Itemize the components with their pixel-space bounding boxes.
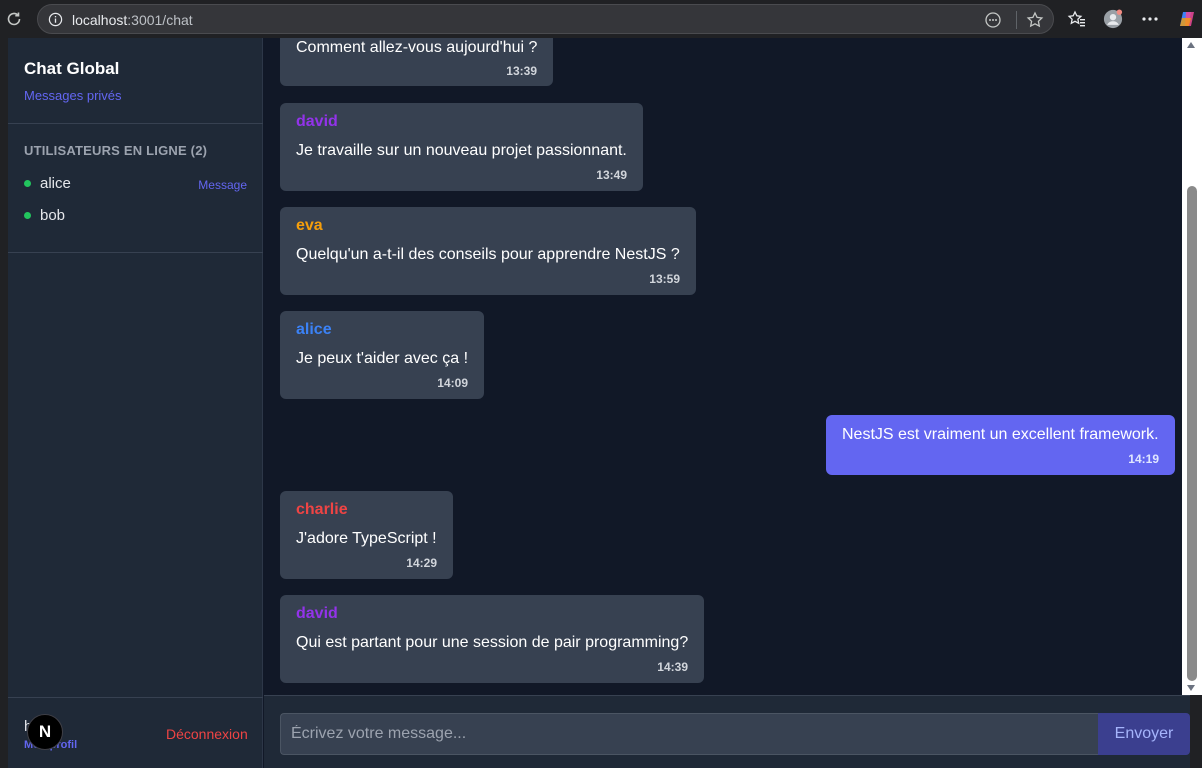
scroll-down-arrow-icon[interactable] — [1187, 685, 1195, 691]
sidebar-title: Chat Global — [24, 59, 120, 78]
own-message-bubble: NestJS est vraiment un excellent framewo… — [826, 415, 1175, 475]
message-bubble: eva Quelqu'un a-t-il des conseils pour a… — [280, 207, 696, 295]
browser-toolbar: localhost:3001/chat — [0, 0, 1202, 38]
message-text: Comment allez-vous aujourd'hui ? — [296, 39, 538, 56]
send-button[interactable]: Envoyer — [1098, 713, 1190, 755]
site-info-icon[interactable] — [48, 12, 63, 27]
online-user-bob[interactable]: bob — [24, 205, 247, 227]
favorites-icon[interactable] — [1067, 9, 1087, 29]
message-author: alice — [296, 321, 332, 338]
logout-button[interactable]: Déconnexion — [166, 726, 248, 742]
message-time: 14:29 — [406, 556, 437, 570]
message-time: 14:09 — [437, 376, 468, 390]
user-name: bob — [40, 207, 66, 224]
message-author: charlie — [296, 501, 348, 518]
message-text: Je travaille sur un nouveau projet passi… — [296, 142, 627, 159]
url-text[interactable]: localhost:3001/chat — [72, 12, 193, 28]
message-text: Je peux t'aider avec ça ! — [296, 350, 469, 367]
online-status-dot — [24, 180, 31, 187]
reading-mode-icon[interactable] — [984, 11, 1002, 29]
message-time: 14:19 — [1128, 452, 1159, 466]
message-time: 14:39 — [657, 660, 688, 674]
private-messages-link[interactable]: Messages privés — [24, 88, 122, 103]
message-user-button[interactable]: Message — [198, 178, 247, 192]
more-menu-icon[interactable] — [1140, 9, 1160, 29]
sidebar: Chat Global Messages privés UTILISATEURS… — [8, 38, 263, 768]
scroll-up-arrow-icon[interactable] — [1187, 42, 1195, 48]
reload-icon[interactable] — [4, 9, 24, 29]
message-bubble: david Qui est partant pour une session d… — [280, 595, 704, 683]
nextjs-dev-badge[interactable]: N — [27, 714, 63, 750]
bookmark-star-icon[interactable] — [1026, 11, 1044, 29]
profile-avatar-icon[interactable] — [1103, 9, 1123, 29]
sidebar-divider — [8, 252, 263, 253]
address-divider — [1016, 11, 1017, 29]
message-input[interactable] — [280, 713, 1098, 755]
message-text: NestJS est vraiment un excellent framewo… — [842, 426, 1159, 443]
message-text: Qui est partant pour une session de pair… — [296, 634, 689, 651]
messages-scrollbar[interactable] — [1182, 38, 1202, 695]
message-bubble: david Je travaille sur un nouveau projet… — [280, 103, 643, 191]
message-author: david — [296, 113, 338, 130]
chat-app: Chat Global Messages privés UTILISATEURS… — [8, 38, 1190, 768]
message-text: Quelqu'un a-t-il des conseils pour appre… — [296, 246, 680, 263]
scrollbar-thumb[interactable] — [1187, 186, 1197, 681]
message-author: david — [296, 605, 338, 622]
sidebar-footer-divider — [8, 697, 263, 698]
message-bubble: charlie J'adore TypeScript ! 14:29 — [280, 491, 453, 579]
address-bar[interactable]: localhost:3001/chat — [37, 4, 1054, 34]
message-time: 13:49 — [596, 168, 627, 182]
message-text: J'adore TypeScript ! — [296, 530, 437, 547]
online-status-dot — [24, 212, 31, 219]
message-list: Comment allez-vous aujourd'hui ? 13:39 d… — [264, 38, 1190, 695]
online-user-alice[interactable]: alice Message — [24, 173, 247, 195]
message-author: eva — [296, 217, 323, 234]
user-name: alice — [40, 175, 71, 192]
message-composer: Envoyer — [264, 695, 1190, 768]
copilot-icon[interactable] — [1177, 9, 1197, 29]
message-bubble: alice Je peux t'aider avec ça ! 14:09 — [280, 311, 484, 399]
message-time: 13:59 — [649, 272, 680, 286]
sidebar-divider — [8, 123, 263, 124]
message-time: 13:39 — [506, 64, 537, 78]
message-bubble: Comment allez-vous aujourd'hui ? 13:39 — [280, 38, 553, 86]
online-users-heading: UTILISATEURS EN LIGNE (2) — [24, 143, 208, 158]
